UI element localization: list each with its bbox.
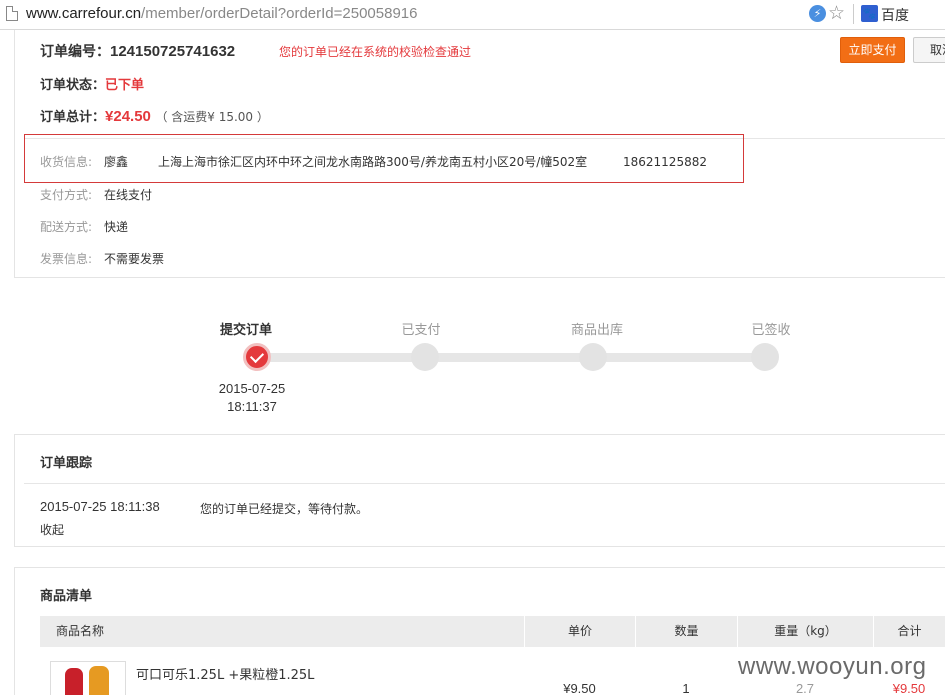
step-label-paid: 已支付 [401, 323, 441, 338]
product-weight: 2.7 [795, 681, 815, 695]
step-dot-received [751, 343, 779, 371]
column-header-price: 单价 [524, 616, 635, 647]
tracking-entry-text: 您的订单已经提交，等待付款。 [200, 502, 369, 516]
verification-notice: 您的订单已经在系统的校验检查通过 [279, 45, 472, 59]
order-number: 124150725741632 [110, 43, 236, 60]
url-host: www.carrefour.cn [26, 5, 142, 22]
product-thumbnail[interactable] [50, 661, 126, 695]
order-total-label: 订单总计： [40, 110, 106, 125]
watermark: www.wooyun.org [738, 653, 927, 680]
column-header-name: 商品名称 [56, 624, 105, 638]
order-total: ¥24.50 [105, 108, 151, 125]
product-name-link[interactable]: 可口可乐1.25L +果粒橙1.25L [136, 664, 314, 683]
cancel-order-button[interactable]: 取消 [913, 37, 945, 63]
tracking-entry-time: 2015-07-25 18:11:38 [40, 499, 160, 514]
check-icon [243, 343, 271, 371]
step-date: 2015-07-25 [218, 381, 286, 396]
step-dot-shipped [579, 343, 607, 371]
star-icon[interactable]: ☆ [828, 2, 845, 24]
page-icon [6, 6, 18, 21]
baidu-paw-icon[interactable]: 🐾 [861, 5, 878, 22]
delivery-method: 快递 [104, 220, 129, 234]
order-total-row: 订单总计：¥24.50 （ 含运费¥ 15.00 ） [40, 106, 269, 125]
payment-label: 支付方式: [40, 188, 93, 202]
step-label-submitted: 提交订单 [219, 323, 272, 338]
column-header-sum: 合计 [873, 616, 945, 647]
collapse-link[interactable]: 收起 [40, 521, 64, 538]
shipping-fee-note: （ 含运费¥ 15.00 ） [155, 110, 269, 124]
step-submitted-time: 2015-07-25 18:11:37 [202, 380, 302, 416]
step-clock: 18:11:37 [227, 399, 277, 414]
product-sum: ¥9.50 [892, 681, 926, 695]
column-header-weight: 重量（kg） [737, 616, 873, 647]
step-label-shipped: 商品出库 [570, 323, 623, 338]
step-dot-paid [411, 343, 439, 371]
product-price: ¥9.50 [563, 681, 596, 695]
order-status-label: 订单状态： [40, 78, 106, 93]
product-qty: 1 [682, 681, 690, 695]
search-engine-label[interactable]: 百度 [881, 5, 909, 25]
browser-address-bar: www.carrefour.cn/member/orderDetail?orde… [0, 0, 945, 30]
divider [24, 483, 945, 484]
payment-method-row: 支付方式: 在线支付 [40, 186, 152, 203]
tracking-title: 订单跟踪 [40, 456, 93, 471]
payment-method: 在线支付 [104, 188, 153, 202]
order-number-label: 订单编号： [40, 44, 110, 60]
pay-now-button[interactable]: 立即支付 [840, 37, 905, 63]
step-label-received: 已签收 [751, 323, 791, 338]
progress-track [258, 353, 765, 362]
invoice-info: 不需要发票 [104, 252, 165, 266]
delivery-label: 配送方式: [40, 220, 93, 234]
column-header-qty: 数量 [635, 616, 737, 647]
url-field[interactable]: www.carrefour.cn/member/orderDetail?orde… [26, 5, 417, 22]
invoice-label: 发票信息: [40, 252, 93, 266]
order-tracking-panel [14, 434, 945, 547]
order-status: 已下单 [105, 78, 145, 93]
lightning-icon[interactable]: ⚡ [809, 5, 826, 22]
order-status-row: 订单状态：已下单 [40, 74, 144, 93]
toolbar-separator [853, 4, 854, 24]
invoice-row: 发票信息: 不需要发票 [40, 250, 164, 267]
goods-title: 商品清单 [40, 589, 93, 604]
delivery-method-row: 配送方式: 快递 [40, 218, 128, 235]
highlight-box [24, 134, 744, 183]
order-number-row: 订单编号：124150725741632 [40, 41, 235, 61]
url-path: /member/orderDetail?orderId=250058916 [141, 5, 418, 22]
